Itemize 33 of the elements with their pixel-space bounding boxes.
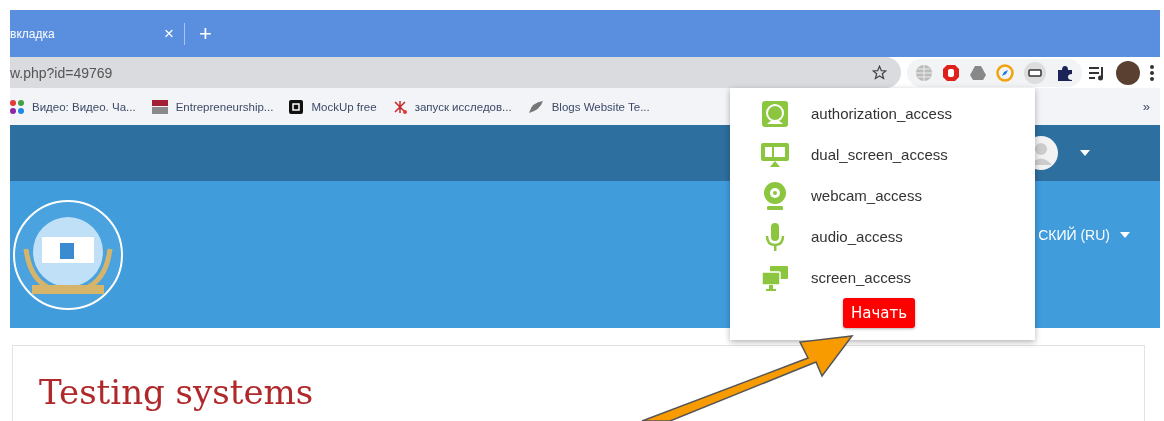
access-item: screen_access (811, 269, 912, 286)
access-item: dual_screen_access (811, 146, 948, 163)
page-title: Testing systems (39, 372, 315, 412)
extension-icon[interactable] (1023, 60, 1047, 85)
access-item: webcam_access (811, 187, 922, 204)
profile-avatar[interactable] (1116, 60, 1140, 85)
stop-icon[interactable] (942, 63, 960, 82)
start-button[interactable]: Начать (843, 298, 916, 328)
address-bar[interactable]: w.php?id=49769 (10, 57, 901, 88)
microphone-icon (764, 221, 786, 252)
face-frame-icon (761, 99, 789, 128)
dots-icon (10, 99, 24, 114)
screens-icon (761, 263, 789, 292)
bookmark[interactable]: Видео: Видео. Ча... (10, 99, 136, 114)
university-logo[interactable] (12, 198, 124, 311)
bookmark[interactable]: Blogs Website Te... (527, 99, 650, 114)
monitor-icon (760, 140, 790, 169)
more-bookmarks-button[interactable]: » (1142, 99, 1150, 114)
bookmark[interactable]: запуск исследов... (392, 99, 512, 114)
caret-icon[interactable] (1120, 231, 1130, 238)
star-icon[interactable] (872, 65, 887, 80)
access-item: audio_access (811, 228, 903, 245)
menu-icon[interactable] (1150, 64, 1154, 81)
access-item: authorization_access (811, 105, 952, 122)
bookmark[interactable]: Entrepreneurship... (151, 99, 274, 114)
playlist-icon[interactable] (1088, 64, 1106, 81)
puzzle-icon[interactable] (1056, 63, 1074, 82)
feather-icon (527, 99, 544, 114)
caret-icon[interactable] (1080, 150, 1090, 156)
bookmark[interactable]: MockUp free (289, 99, 377, 114)
webcam-icon (762, 180, 788, 211)
logo-icon (151, 99, 168, 114)
compass-icon[interactable] (996, 63, 1014, 82)
